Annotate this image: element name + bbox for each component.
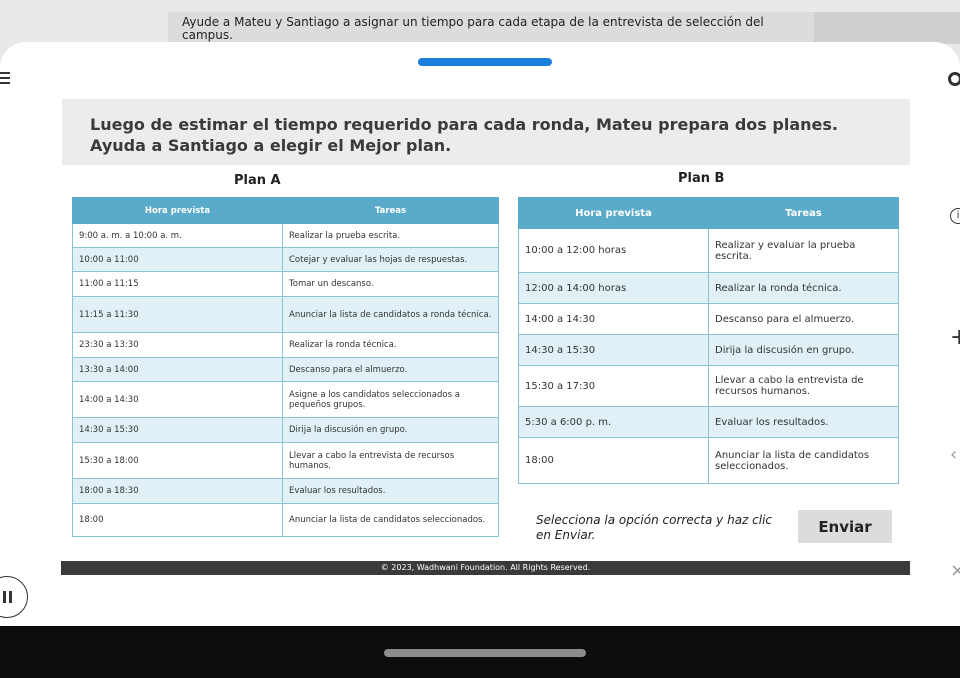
task-cell: Realizar y evaluar la prueba escrita. (708, 228, 899, 273)
home-indicator[interactable] (384, 649, 586, 657)
time-cell: 18:00 (518, 437, 709, 484)
table-row: 18:00 Anunciar la lista de candidatos sel… (518, 437, 899, 484)
plan-b-panel[interactable]: Plan B Hora prevista Tareas 10:00 a 12:0… (512, 167, 910, 548)
plan-a-header-time: Hora prevista (72, 197, 283, 224)
task-cell: Descanso para el almuerzo. (708, 303, 899, 335)
table-row: 15:30 a 17:30 Llevar a cabo la entrevista… (518, 365, 899, 407)
task-cell: Anunciar la lista de candidatos seleccio… (708, 437, 899, 484)
time-cell: 23:30 a 13:30 (72, 332, 283, 358)
gear-icon[interactable] (948, 72, 960, 86)
close-icon[interactable]: × (950, 560, 960, 581)
table-row: 12:00 a 14:00 horas Realizar la ronda téc… (518, 272, 899, 304)
task-cell: Dirija la discusión en grupo. (708, 334, 899, 366)
left-arrow-icon[interactable]: ‹ (950, 444, 957, 465)
table-row: 11:15 a 11:30 Anunciar la lista de candid… (72, 296, 499, 333)
task-cell: Realizar la prueba escrita. (282, 223, 499, 248)
task-cell: Llevar a cabo la entrevista de recursos … (708, 365, 899, 407)
task-cell: Evaluar los resultados. (282, 478, 499, 504)
top-banner-side (814, 12, 960, 44)
table-row: 14:00 a 14:30 Descanso para el almuerzo. (518, 303, 899, 335)
time-cell: 14:00 a 14:30 (72, 381, 283, 418)
task-cell: Evaluar los resultados. (708, 406, 899, 438)
task-cell: Tomar un descanso. (282, 271, 499, 297)
time-cell: 15:30 a 17:30 (518, 365, 709, 407)
table-row: 23:30 a 13:30 Realizar la ronda técnica. (72, 332, 499, 358)
table-row: 10:00 a 12:00 horas Realizar y evaluar la… (518, 228, 899, 273)
table-row: 14:00 a 14:30 Asigne a los candidatos sel… (72, 381, 499, 418)
time-cell: 10:00 a 11:00 (72, 247, 283, 272)
plus-icon[interactable]: + (950, 327, 960, 349)
task-cell: Cotejar y evaluar las hojas de respuesta… (282, 247, 499, 272)
plan-a-panel[interactable]: Plan A Hora prevista Tareas 9:00 a. m. a… (62, 167, 500, 548)
task-cell: Asigne a los candidatos seleccionados a … (282, 381, 499, 418)
time-cell: 14:30 a 15:30 (72, 417, 283, 443)
question-text: Luego de estimar el tiempo requerido par… (90, 115, 838, 155)
banner-text: Ayude a Mateu y Santiago a asignar un ti… (182, 15, 764, 42)
top-banner: Ayude a Mateu y Santiago a asignar un ti… (168, 12, 814, 44)
table-row: 11:00 a 11:15 Tomar un descanso. (72, 271, 499, 297)
table-row: 10:00 a 11:00 Cotejar y evaluar las hojas… (72, 247, 499, 272)
plan-b-table: Hora prevista Tareas 10:00 a 12:00 horas… (518, 197, 899, 484)
plan-b-header-time: Hora prevista (518, 197, 709, 229)
table-row: 14:30 a 15:30 Dirija la discusión en grup… (518, 334, 899, 366)
table-row: 18:00 a 18:30 Evaluar los resultados. (72, 478, 499, 504)
plan-a-table: Hora prevista Tareas 9:00 a. m. a 10:00 … (72, 197, 499, 537)
time-cell: 9:00 a. m. a 10:00 a. m. (72, 223, 283, 248)
footer: © 2023, Wadhwani Foundation. All Rights … (61, 561, 910, 575)
time-cell: 12:00 a 14:00 horas (518, 272, 709, 304)
time-cell: 11:00 a 11:15 (72, 271, 283, 297)
table-row: 14:30 a 15:30 Dirija la discusión en grup… (72, 417, 499, 443)
table-row: 9:00 a. m. a 10:00 a. m. Realizar la prue… (72, 223, 499, 248)
table-row: 5:30 a 6:00 p. m. Evaluar los resultados. (518, 406, 899, 438)
time-cell: 18:00 (72, 503, 283, 537)
info-icon[interactable]: i (950, 208, 960, 224)
task-cell: Realizar la ronda técnica. (282, 332, 499, 358)
task-cell: Llevar a cabo la entrevista de recursos … (282, 442, 499, 479)
plan-a-header-task: Tareas (282, 197, 499, 224)
submit-button[interactable]: Enviar (798, 510, 892, 543)
time-cell: 13:30 a 14:00 (72, 357, 283, 382)
time-cell: 10:00 a 12:00 horas (518, 228, 709, 273)
task-cell: Anunciar la lista de candidatos a ronda … (282, 296, 499, 333)
task-cell: Realizar la ronda técnica. (708, 272, 899, 304)
time-cell: 14:30 a 15:30 (518, 334, 709, 366)
plan-b-header-task: Tareas (708, 197, 899, 229)
progress-bar (418, 58, 552, 66)
table-row: 13:30 a 14:00 Descanso para el almuerzo. (72, 357, 499, 382)
menu-icon[interactable] (0, 72, 10, 86)
instruction-text: Selecciona la opción correcta y haz clic… (536, 513, 773, 542)
table-row: 15:30 a 18:00 Llevar a cabo la entrevista… (72, 442, 499, 479)
plan-b-title: Plan B (678, 171, 725, 186)
time-cell: 11:15 a 11:30 (72, 296, 283, 333)
time-cell: 18:00 a 18:30 (72, 478, 283, 504)
time-cell: 15:30 a 18:00 (72, 442, 283, 479)
time-cell: 14:00 a 14:30 (518, 303, 709, 335)
task-cell: Descanso para el almuerzo. (282, 357, 499, 382)
time-cell: 5:30 a 6:00 p. m. (518, 406, 709, 438)
task-cell: Dirija la discusión en grupo. (282, 417, 499, 443)
table-row: 18:00 Anunciar la lista de candidatos sel… (72, 503, 499, 537)
question-box: Luego de estimar el tiempo requerido par… (62, 99, 910, 165)
task-cell: Anunciar la lista de candidatos seleccio… (282, 503, 499, 537)
plan-a-title: Plan A (234, 173, 281, 188)
